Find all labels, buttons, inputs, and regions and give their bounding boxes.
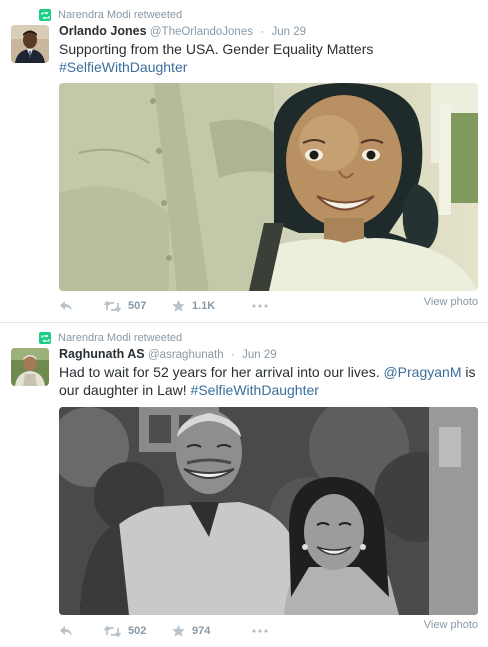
retweet-icon <box>39 332 51 344</box>
author-name[interactable]: Raghunath AS <box>59 347 145 361</box>
reply-button[interactable] <box>59 625 104 637</box>
tweet-photo[interactable] <box>59 407 478 615</box>
more-icon <box>252 304 268 308</box>
tweet-actions: 507 1.1K <box>59 298 268 314</box>
avatar[interactable] <box>11 348 49 386</box>
more-button[interactable] <box>252 629 268 633</box>
avatar[interactable] <box>11 25 49 63</box>
tweet-text: Supporting from the USA. Gender Equality… <box>59 40 479 76</box>
reply-button[interactable] <box>59 300 104 312</box>
retweet-icon <box>104 300 121 312</box>
tweet-text: Had to wait for 52 years for her arrival… <box>59 363 479 399</box>
retweet-icon <box>104 625 121 637</box>
separator-dot: · <box>260 26 265 38</box>
tweet[interactable]: Narendra Modi retweeted Raghunath AS @as… <box>0 323 488 647</box>
reply-icon <box>60 301 72 311</box>
more-icon <box>252 629 268 633</box>
tweet-body: Had to wait for 52 years for her arrival… <box>59 364 380 380</box>
retweet-button[interactable]: 507 <box>104 300 172 312</box>
tweet-header: Orlando Jones @TheOrlandoJones · Jun 29 <box>59 24 306 38</box>
retweet-button[interactable]: 502 <box>104 625 172 637</box>
tweet[interactable]: Narendra Modi retweeted Orlando Jones @T… <box>0 0 488 323</box>
more-button[interactable] <box>252 304 268 308</box>
separator-dot: · <box>230 349 235 361</box>
author-name[interactable]: Orlando Jones <box>59 24 147 38</box>
retweet-icon <box>39 9 51 21</box>
retweeted-by-label: Narendra Modi retweeted <box>58 9 183 21</box>
retweet-context: Narendra Modi retweeted <box>39 332 182 344</box>
view-photo-link[interactable]: View photo <box>424 296 478 308</box>
tweet-photo[interactable] <box>59 83 478 291</box>
retweet-context: Narendra Modi retweeted <box>39 9 182 21</box>
tweet-body: Supporting from the USA. Gender Equality… <box>59 41 374 57</box>
favorite-icon <box>172 625 185 637</box>
favorite-button[interactable]: 1.1K <box>172 300 252 312</box>
favorite-count: 974 <box>192 625 211 637</box>
view-photo-link[interactable]: View photo <box>424 619 478 631</box>
hashtag-link[interactable]: #SelfieWithDaughter <box>59 59 187 75</box>
favorite-button[interactable]: 974 <box>172 625 252 637</box>
reply-icon <box>60 626 72 636</box>
author-handle[interactable]: @TheOrlandoJones <box>150 26 253 38</box>
retweet-count: 502 <box>128 625 147 637</box>
author-handle[interactable]: @asraghunath <box>148 349 224 361</box>
favorite-count: 1.1K <box>192 300 216 312</box>
favorite-icon <box>172 300 185 312</box>
tweet-header: Raghunath AS @asraghunath · Jun 29 <box>59 347 277 361</box>
mention-link[interactable]: @PragyanM <box>383 364 461 380</box>
timestamp[interactable]: Jun 29 <box>242 349 277 361</box>
retweeted-by-label: Narendra Modi retweeted <box>58 332 183 344</box>
hashtag-link[interactable]: #SelfieWithDaughter <box>191 382 319 398</box>
retweet-count: 507 <box>128 300 147 312</box>
tweet-actions: 502 974 <box>59 623 268 639</box>
timestamp[interactable]: Jun 29 <box>272 26 307 38</box>
